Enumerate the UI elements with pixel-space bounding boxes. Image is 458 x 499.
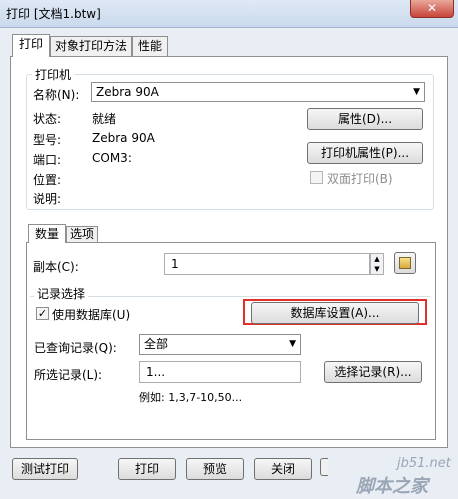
- help-button-partial[interactable]: [320, 458, 328, 476]
- duplex-checkbox[interactable]: [310, 171, 323, 184]
- copies-spinner[interactable]: ▲ ▼: [370, 253, 384, 275]
- properties-button[interactable]: 属性(D)...: [307, 108, 423, 130]
- location-label: 位置:: [33, 173, 62, 187]
- comment-label: 说明:: [33, 192, 62, 206]
- example-text: 例如: 1,3,7-10,50...: [139, 391, 243, 404]
- chevron-down-icon: ▼: [413, 87, 420, 97]
- chevron-down-icon: ▼: [289, 339, 296, 349]
- close-button[interactable]: 关闭: [254, 458, 312, 480]
- tab-print[interactable]: 打印: [12, 34, 50, 57]
- queried-records-label: 已查询记录(Q):: [34, 341, 117, 355]
- use-database-checkbox[interactable]: ✓: [36, 307, 49, 320]
- copies-options-button[interactable]: [394, 252, 416, 274]
- copies-label: 副本(C):: [33, 260, 79, 274]
- status-value: 就绪: [92, 112, 117, 126]
- subtab-quantity[interactable]: 数量: [28, 224, 66, 243]
- port-value: COM3:: [92, 151, 132, 165]
- queried-records-value: 全部: [144, 337, 169, 351]
- window-title: 打印 [文档1.btw]: [6, 7, 101, 21]
- printer-name-select[interactable]: Zebra 90A ▼: [91, 82, 425, 102]
- database-settings-button[interactable]: 数据库设置(A)...: [251, 302, 419, 324]
- status-label: 状态:: [33, 112, 62, 126]
- watermark-site: jb51.net: [397, 456, 451, 471]
- tab-object-print-method[interactable]: 对象打印方法: [50, 36, 132, 56]
- model-label: 型号:: [33, 133, 62, 147]
- select-records-button[interactable]: 选择记录(R)...: [324, 361, 422, 383]
- copies-input[interactable]: 1: [164, 253, 370, 275]
- spin-up-icon[interactable]: ▲: [371, 254, 383, 264]
- queried-records-select[interactable]: 全部 ▼: [139, 334, 301, 355]
- preview-button[interactable]: 预览: [186, 458, 244, 480]
- printer-group-label: 打印机: [32, 66, 75, 83]
- port-label: 端口:: [33, 153, 62, 167]
- use-database-label: 使用数据库(U): [52, 308, 131, 322]
- copies-value: 1: [171, 257, 179, 271]
- print-button[interactable]: 打印: [118, 458, 176, 480]
- document-settings-icon: [399, 257, 411, 269]
- record-selection-label: 记录选择: [34, 285, 89, 302]
- record-selection-divider: [30, 296, 430, 297]
- duplex-label: 双面打印(B): [327, 172, 393, 186]
- subtab-options[interactable]: 选项: [66, 226, 98, 243]
- printer-properties-button[interactable]: 打印机属性(P)...: [307, 142, 423, 164]
- selected-records-label: 所选记录(L):: [34, 368, 103, 382]
- spin-down-icon[interactable]: ▼: [371, 264, 383, 274]
- watermark-name: 脚本之家: [356, 476, 428, 497]
- close-window-button[interactable]: ✕: [410, 0, 454, 18]
- test-print-button[interactable]: 测试打印: [12, 458, 78, 480]
- printer-name-value: Zebra 90A: [96, 85, 159, 99]
- selected-records-value: 1...: [146, 365, 166, 379]
- model-value: Zebra 90A: [92, 131, 155, 145]
- tab-performance[interactable]: 性能: [132, 36, 168, 56]
- printer-name-label: 名称(N):: [33, 88, 80, 102]
- selected-records-input[interactable]: 1...: [139, 361, 301, 383]
